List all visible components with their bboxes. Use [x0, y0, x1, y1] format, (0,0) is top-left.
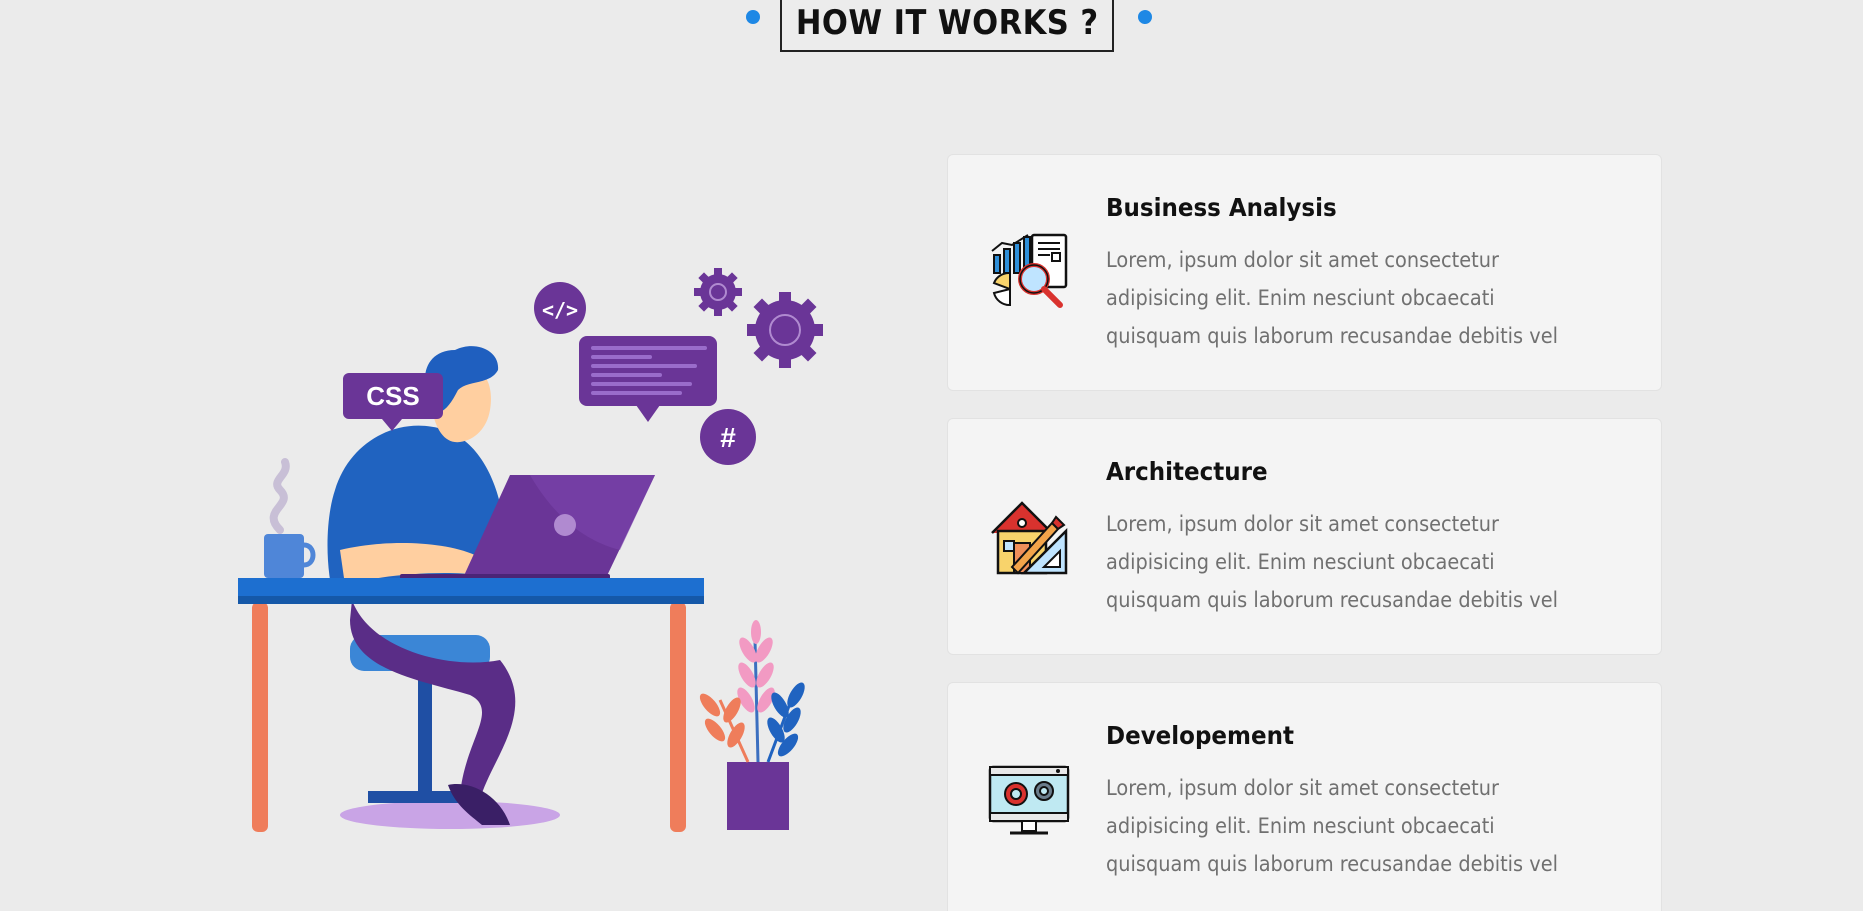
card-description: Lorem, ipsum dolor sit amet consectetur …	[1106, 512, 1558, 612]
section-title: HOW IT WORKS ?	[795, 3, 1099, 43]
heading-box: HOW IT WORKS ?	[780, 0, 1114, 52]
css-label: CSS	[366, 381, 419, 411]
business-analysis-icon	[991, 233, 1068, 308]
table-leg-right	[670, 602, 686, 832]
step-card-architecture: Architecture Lorem, ipsum dolor sit amet…	[947, 418, 1662, 655]
step-card-business-analysis: Business Analysis Lorem, ipsum dolor sit…	[947, 154, 1662, 391]
heading-left-dot	[746, 10, 760, 24]
small-gear-icon	[694, 268, 742, 316]
development-icon	[988, 765, 1070, 835]
table-edge	[238, 596, 704, 604]
coffee-mug	[264, 534, 304, 578]
how-it-works-section: HOW IT WORKS ? CSS </> # Business Analys…	[0, 0, 1863, 911]
steam	[269, 458, 290, 534]
heading-right-dot	[1138, 10, 1152, 24]
card-title: Developement	[1106, 721, 1294, 750]
step-card-development: Developement Lorem, ipsum dolor sit amet…	[947, 682, 1662, 911]
section-header: HOW IT WORKS ?	[0, 0, 1863, 60]
table-leg-left	[252, 602, 268, 832]
large-gear-icon	[747, 292, 823, 368]
card-title: Business Analysis	[1106, 193, 1337, 222]
card-description: Lorem, ipsum dolor sit amet consectetur …	[1106, 776, 1558, 876]
code-badge-label: </>	[542, 298, 578, 322]
person-legs	[350, 600, 516, 800]
developer-illustration: CSS </> #	[238, 268, 823, 832]
chair-post	[418, 670, 432, 800]
hash-badge-label: #	[720, 422, 736, 453]
floor-shadow	[340, 801, 560, 829]
card-title: Architecture	[1106, 457, 1268, 486]
card-description: Lorem, ipsum dolor sit amet consectetur …	[1106, 248, 1558, 348]
laptop-logo	[554, 514, 576, 536]
mug-handle	[303, 542, 316, 568]
plant-pot	[727, 762, 789, 830]
architecture-icon	[991, 501, 1068, 575]
chat-bubble-tail	[636, 405, 660, 422]
